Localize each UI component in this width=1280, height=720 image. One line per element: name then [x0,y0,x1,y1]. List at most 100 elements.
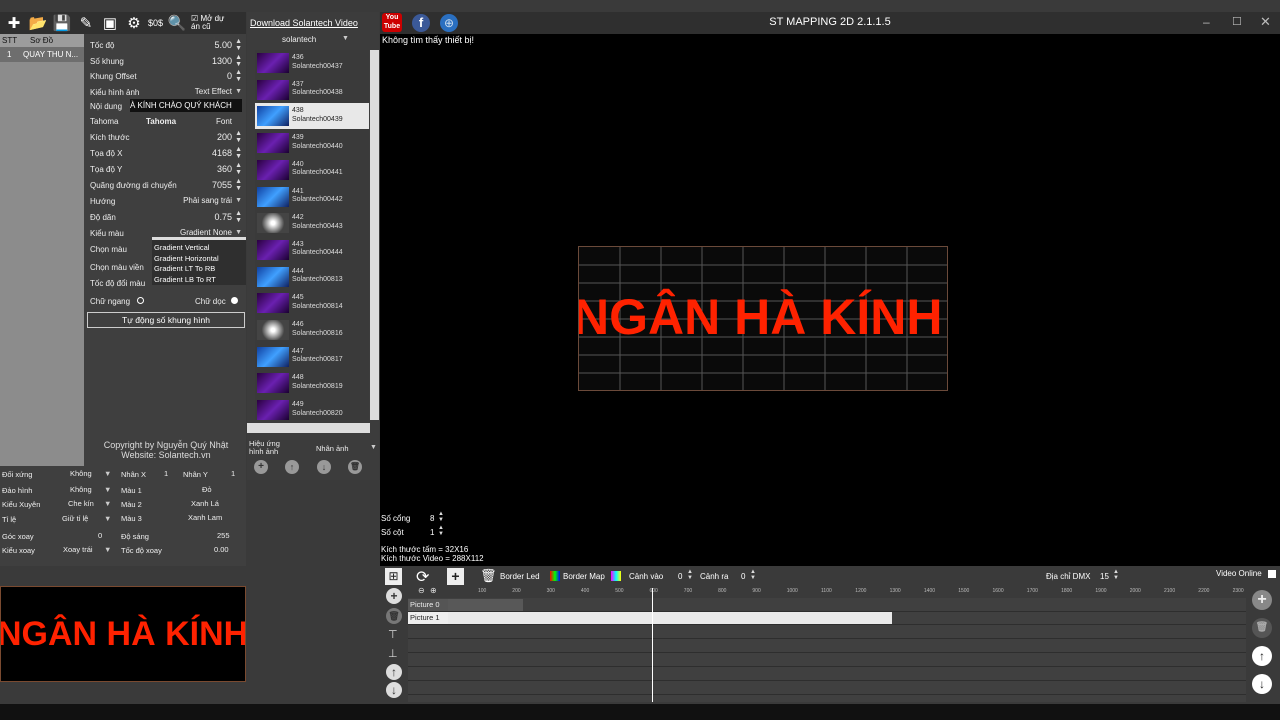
move-down-icon[interactable]: ↓ [386,682,402,698]
spinner-icon[interactable]: ▲ ▼ [687,569,693,581]
chevron-down-icon[interactable]: ▼ [104,545,111,554]
save-icon[interactable]: 💾 [52,13,72,33]
effect-list-item[interactable]: 448 Solantech00819 [255,370,369,396]
doi-xung-select[interactable]: Không [70,469,92,478]
maximize-icon[interactable]: ☐ [1232,15,1242,28]
track-row[interactable]: Picture 0 [408,599,1246,612]
effect-list-item[interactable]: 437 Solantech00438 [255,77,369,103]
grid-icon[interactable]: ⊞ [385,568,402,585]
align-top-icon[interactable]: ⊤ [388,628,398,641]
sos-label[interactable]: $0$ [148,19,163,28]
settings-file-icon[interactable]: ⚙ [124,13,144,33]
chevron-down-icon[interactable]: ▼ [104,485,111,494]
spinner-icon[interactable]: ▲ ▼ [235,54,242,68]
effect-list-item[interactable]: 444 Solantech00813 [255,264,369,290]
zoom-in-icon[interactable]: ⊕ [430,586,437,595]
add-track-icon[interactable]: + [386,588,402,604]
add-icon[interactable]: + [447,568,464,585]
so-khung-input[interactable]: 1300 [212,56,232,66]
list-item[interactable]: 1 QUAY THU N... [0,47,84,62]
effect-list-item[interactable]: 442 Solantech00443 [255,210,369,236]
spinner-icon[interactable]: ▲ ▼ [235,69,242,83]
chevron-down-icon[interactable]: ▼ [370,444,377,451]
ti-le-select[interactable]: Giữ tỉ lệ [62,514,88,523]
so-cong-input[interactable]: 8 [430,514,434,523]
move-up-icon[interactable]: ↑ [386,664,402,680]
do-dan-input[interactable]: 0.75 [214,212,232,222]
effect-list-item[interactable]: 438 Solantech00439 [255,103,369,130]
effect-list-item[interactable]: 441 Solantech00442 [255,184,369,210]
new-file-icon[interactable]: ✚ [4,13,24,33]
goc-xoay-input[interactable]: 0 [98,531,102,540]
chevron-down-icon[interactable]: ▼ [235,197,242,204]
dmx-address-input[interactable]: 15 [1100,572,1109,581]
toc-do-xoay-input[interactable]: 0.00 [214,545,229,554]
gradient-option[interactable]: Gradient Horizontal [154,254,244,265]
align-bottom-icon[interactable]: ⊥ [388,647,398,660]
timeline-tracks[interactable]: Picture 0 Picture 1 [408,588,1246,702]
mau3-select[interactable]: Xanh Lam [188,513,222,522]
effect-list-item[interactable]: 440 Solantech00441 [255,157,369,183]
spinner-icon[interactable]: ▲ ▼ [750,569,756,581]
spinner-icon[interactable]: ▲ ▼ [235,38,242,52]
mau2-select[interactable]: Xanh Lá [191,499,219,508]
add-picture-icon[interactable]: + [1252,590,1272,610]
kieu-xoay-select[interactable]: Xoay trái [63,545,93,554]
spinner-icon[interactable]: ▲ ▼ [438,525,444,537]
effect-list-item[interactable]: 443 Solantech00444 [255,237,369,263]
move-up-icon[interactable]: ↑ [1252,646,1272,666]
chevron-down-icon[interactable]: ▼ [235,88,242,95]
auto-frame-count-button[interactable]: Tự động số khung hình [87,312,245,328]
video-online-checkbox[interactable] [1268,570,1276,578]
led-grid[interactable]: NGÂN HÀ KÍNH [578,246,948,391]
effect-list-item[interactable]: 445 Solantech00814 [255,290,369,316]
effect-select[interactable]: Nhân ảnh [316,444,349,453]
kieu-xuyen-select[interactable]: Che kín [68,499,94,508]
chevron-down-icon[interactable]: ▼ [104,499,111,508]
effect-horizontal-scrollbar[interactable] [247,423,370,433]
font-button[interactable]: Font [216,117,232,126]
huong-select[interactable]: Phải sang trái [183,196,232,205]
nhan-x-input[interactable]: 1 [164,469,168,478]
kieu-mau-select[interactable]: Gradient None [180,228,232,237]
border-map-button[interactable]: Border Map [563,572,605,581]
chevron-down-icon[interactable]: ▼ [104,469,111,478]
refresh-icon[interactable]: ⟳ [416,567,429,587]
chu-ngang-radio[interactable] [137,297,144,304]
track-clip[interactable] [448,599,523,611]
download-video-link[interactable]: Download Solantech Video [250,18,358,28]
effect-list-item[interactable]: 447 Solantech00817 [255,344,369,370]
close-icon[interactable]: ✕ [1260,14,1271,30]
chu-doc-radio[interactable] [231,297,238,304]
canh-ra-input[interactable]: 0 [741,572,745,581]
minimize-icon[interactable]: – [1203,15,1210,29]
border-led-button[interactable]: Border Led [500,572,540,581]
spinner-icon[interactable]: ▲ ▼ [235,210,242,224]
trash-icon[interactable]: 🗑 [480,568,497,584]
track-clip[interactable] [448,612,892,624]
move-down-icon[interactable]: ↓ [1252,674,1272,694]
image-icon[interactable]: ▣ [100,13,120,33]
chevron-down-icon[interactable]: ▼ [104,514,111,523]
zoom-out-icon[interactable]: ⊖ [418,586,425,595]
noi-dung-input[interactable]: À KÍNH CHÀO QUÝ KHÁCH [130,99,242,112]
do-sang-input[interactable]: 255 [217,531,230,540]
kich-thuoc-input[interactable]: 200 [217,132,232,142]
so-cot-input[interactable]: 1 [430,528,434,537]
effect-list-scrollbar[interactable] [370,50,379,420]
delete-effect-icon[interactable]: 🗑 [348,460,362,474]
chevron-down-icon[interactable]: ▼ [342,35,349,42]
open-folder-icon[interactable]: 📂 [28,13,48,33]
delete-track-icon[interactable]: 🗑 [386,608,402,624]
khung-offset-input[interactable]: 0 [227,71,232,81]
spinner-icon[interactable]: ▲ ▼ [438,511,444,523]
gradient-option[interactable]: Gradient LT To RB [154,264,244,275]
open-old-project-checkbox[interactable]: ☑ Mở dự án cũ [191,15,231,31]
toa-do-x-input[interactable]: 4168 [212,148,232,158]
gradient-option[interactable]: Gradient Vertical [154,243,244,254]
gradient-option[interactable]: Gradient LB To RT [154,275,244,286]
effect-list-item[interactable]: 436 Solantech00437 [255,50,369,76]
spinner-icon[interactable]: ▲ ▼ [235,162,242,176]
playhead[interactable] [652,588,653,702]
search-icon[interactable]: 🔍 [167,13,187,33]
